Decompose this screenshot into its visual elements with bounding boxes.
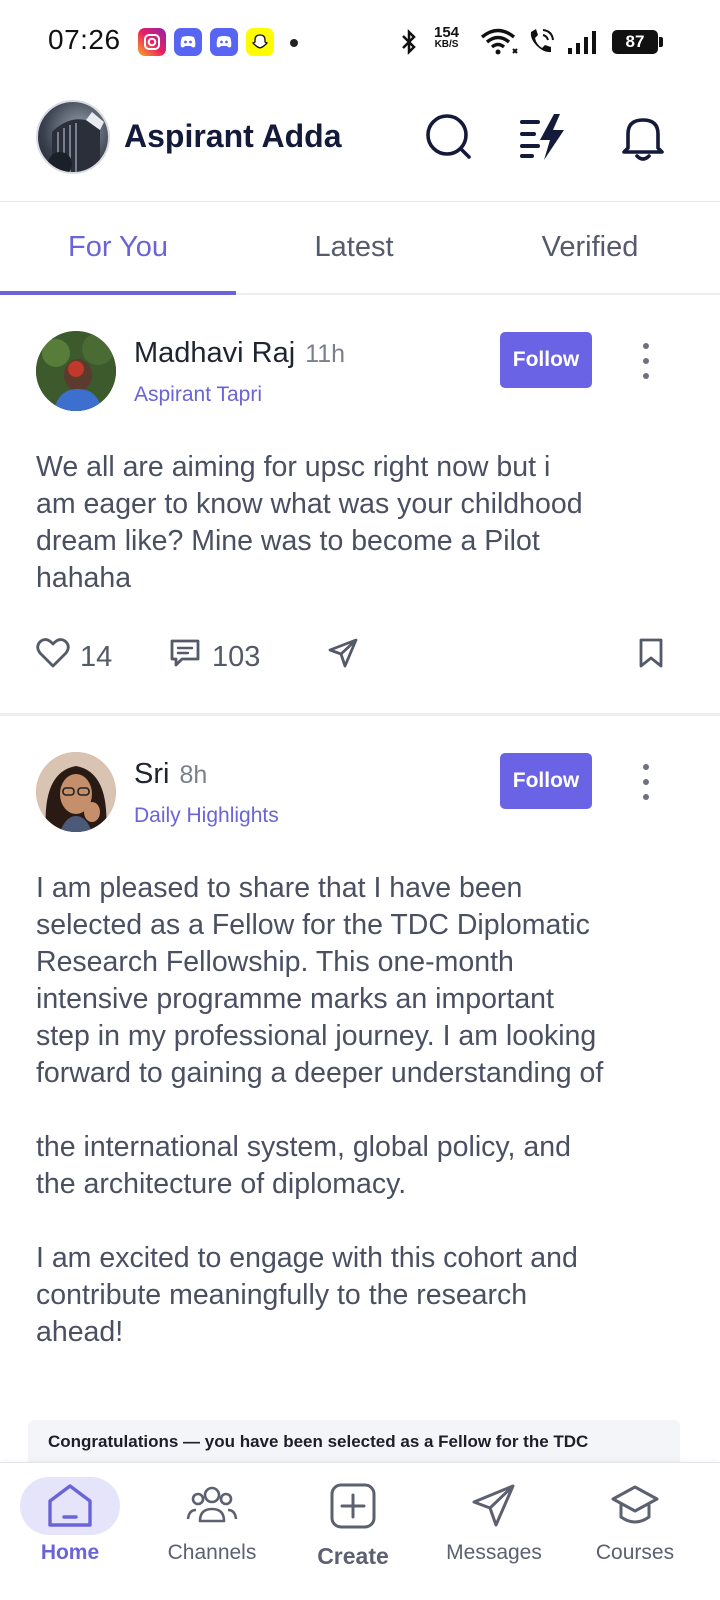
nav-home[interactable]: Home — [5, 1463, 135, 1600]
nav-messages-label: Messages — [446, 1541, 542, 1564]
post-author[interactable]: Madhavi Raj 11h — [134, 337, 345, 370]
nav-channels-label: Channels — [167, 1541, 257, 1564]
post-body[interactable]: We all are aiming for upsc right now but… — [36, 449, 676, 597]
courses-icon — [585, 1477, 685, 1535]
bluetooth-icon — [398, 24, 420, 60]
post-card[interactable]: Sri 8h Daily Highlights Follow I am pleas… — [0, 718, 720, 1462]
post-channel[interactable]: Aspirant Tapri — [134, 383, 262, 407]
network-speed-unit: KB/S — [434, 39, 459, 50]
tab-for-you[interactable]: For You — [0, 203, 236, 295]
snapchat-icon — [246, 28, 274, 56]
battery-indicator: 87 — [612, 30, 663, 54]
bookmark-icon — [636, 637, 666, 677]
post-card[interactable]: Madhavi Raj 11h Aspirant Tapri Follow We … — [0, 297, 720, 715]
author-name[interactable]: Sri — [134, 758, 169, 790]
nav-home-label: Home — [40, 1541, 100, 1564]
active-tab-indicator — [0, 291, 236, 295]
post-body[interactable]: I am pleased to share that I have been s… — [36, 870, 676, 1351]
network-speed: 154 KB/S — [434, 25, 459, 50]
app-header: Aspirant Adda — [0, 84, 720, 202]
messages-icon — [444, 1477, 544, 1535]
wifi-call-icon — [526, 24, 556, 60]
bell-icon[interactable] — [616, 110, 670, 164]
more-notifications-dot — [290, 39, 298, 47]
create-icon — [303, 1477, 403, 1535]
discord-icon — [210, 28, 238, 56]
status-bar: 07:26 154 KB/S 87 — [0, 0, 720, 84]
tab-verified[interactable]: Verified — [472, 203, 708, 295]
nav-messages[interactable]: Messages — [429, 1463, 559, 1600]
bottom-navigation: Home Channels Create Messages Courses — [0, 1462, 720, 1600]
more-options-icon[interactable] — [632, 758, 660, 806]
author-name[interactable]: Madhavi Raj — [134, 337, 295, 369]
post-time: 8h — [179, 761, 208, 789]
status-time: 07:26 — [48, 24, 121, 55]
flash-feed-icon[interactable] — [518, 110, 572, 164]
nav-courses[interactable]: Courses — [570, 1463, 700, 1600]
wifi-icon — [480, 24, 520, 60]
send-icon — [326, 637, 360, 677]
avatar[interactable] — [36, 752, 116, 832]
post-channel[interactable]: Daily Highlights — [134, 804, 279, 828]
follow-button[interactable]: Follow — [500, 753, 592, 809]
nav-create-label: Create — [317, 1543, 389, 1569]
feed-tabs: For You Latest Verified — [0, 203, 720, 295]
discord-icon — [174, 28, 202, 56]
post-time: 11h — [305, 340, 346, 368]
link-preview-text: Congratulations — you have been selected… — [48, 1432, 589, 1451]
post-divider — [0, 713, 720, 716]
avatar[interactable] — [36, 331, 116, 411]
follow-button[interactable]: Follow — [500, 332, 592, 388]
like-button[interactable]: 14 — [36, 637, 112, 677]
like-count: 14 — [80, 640, 113, 673]
post-actions: 14 103 — [36, 637, 676, 677]
bookmark-button[interactable] — [636, 637, 666, 677]
app-logo[interactable] — [36, 100, 110, 174]
nav-channels[interactable]: Channels — [147, 1463, 277, 1600]
tab-latest[interactable]: Latest — [236, 203, 472, 295]
home-icon — [20, 1477, 120, 1535]
comment-count: 103 — [212, 640, 261, 673]
comment-icon — [168, 637, 202, 677]
app-title: Aspirant Adda — [124, 118, 342, 154]
post-author[interactable]: Sri 8h — [134, 758, 207, 791]
nav-courses-label: Courses — [595, 1541, 675, 1564]
nav-create[interactable]: Create — [288, 1463, 418, 1600]
search-icon[interactable] — [422, 110, 476, 164]
share-button[interactable] — [326, 637, 360, 677]
signal-icon — [566, 24, 600, 60]
heart-icon — [36, 637, 70, 677]
channels-icon — [162, 1477, 262, 1535]
more-options-icon[interactable] — [632, 337, 660, 385]
instagram-icon — [138, 28, 166, 56]
comment-button[interactable]: 103 — [168, 637, 260, 677]
